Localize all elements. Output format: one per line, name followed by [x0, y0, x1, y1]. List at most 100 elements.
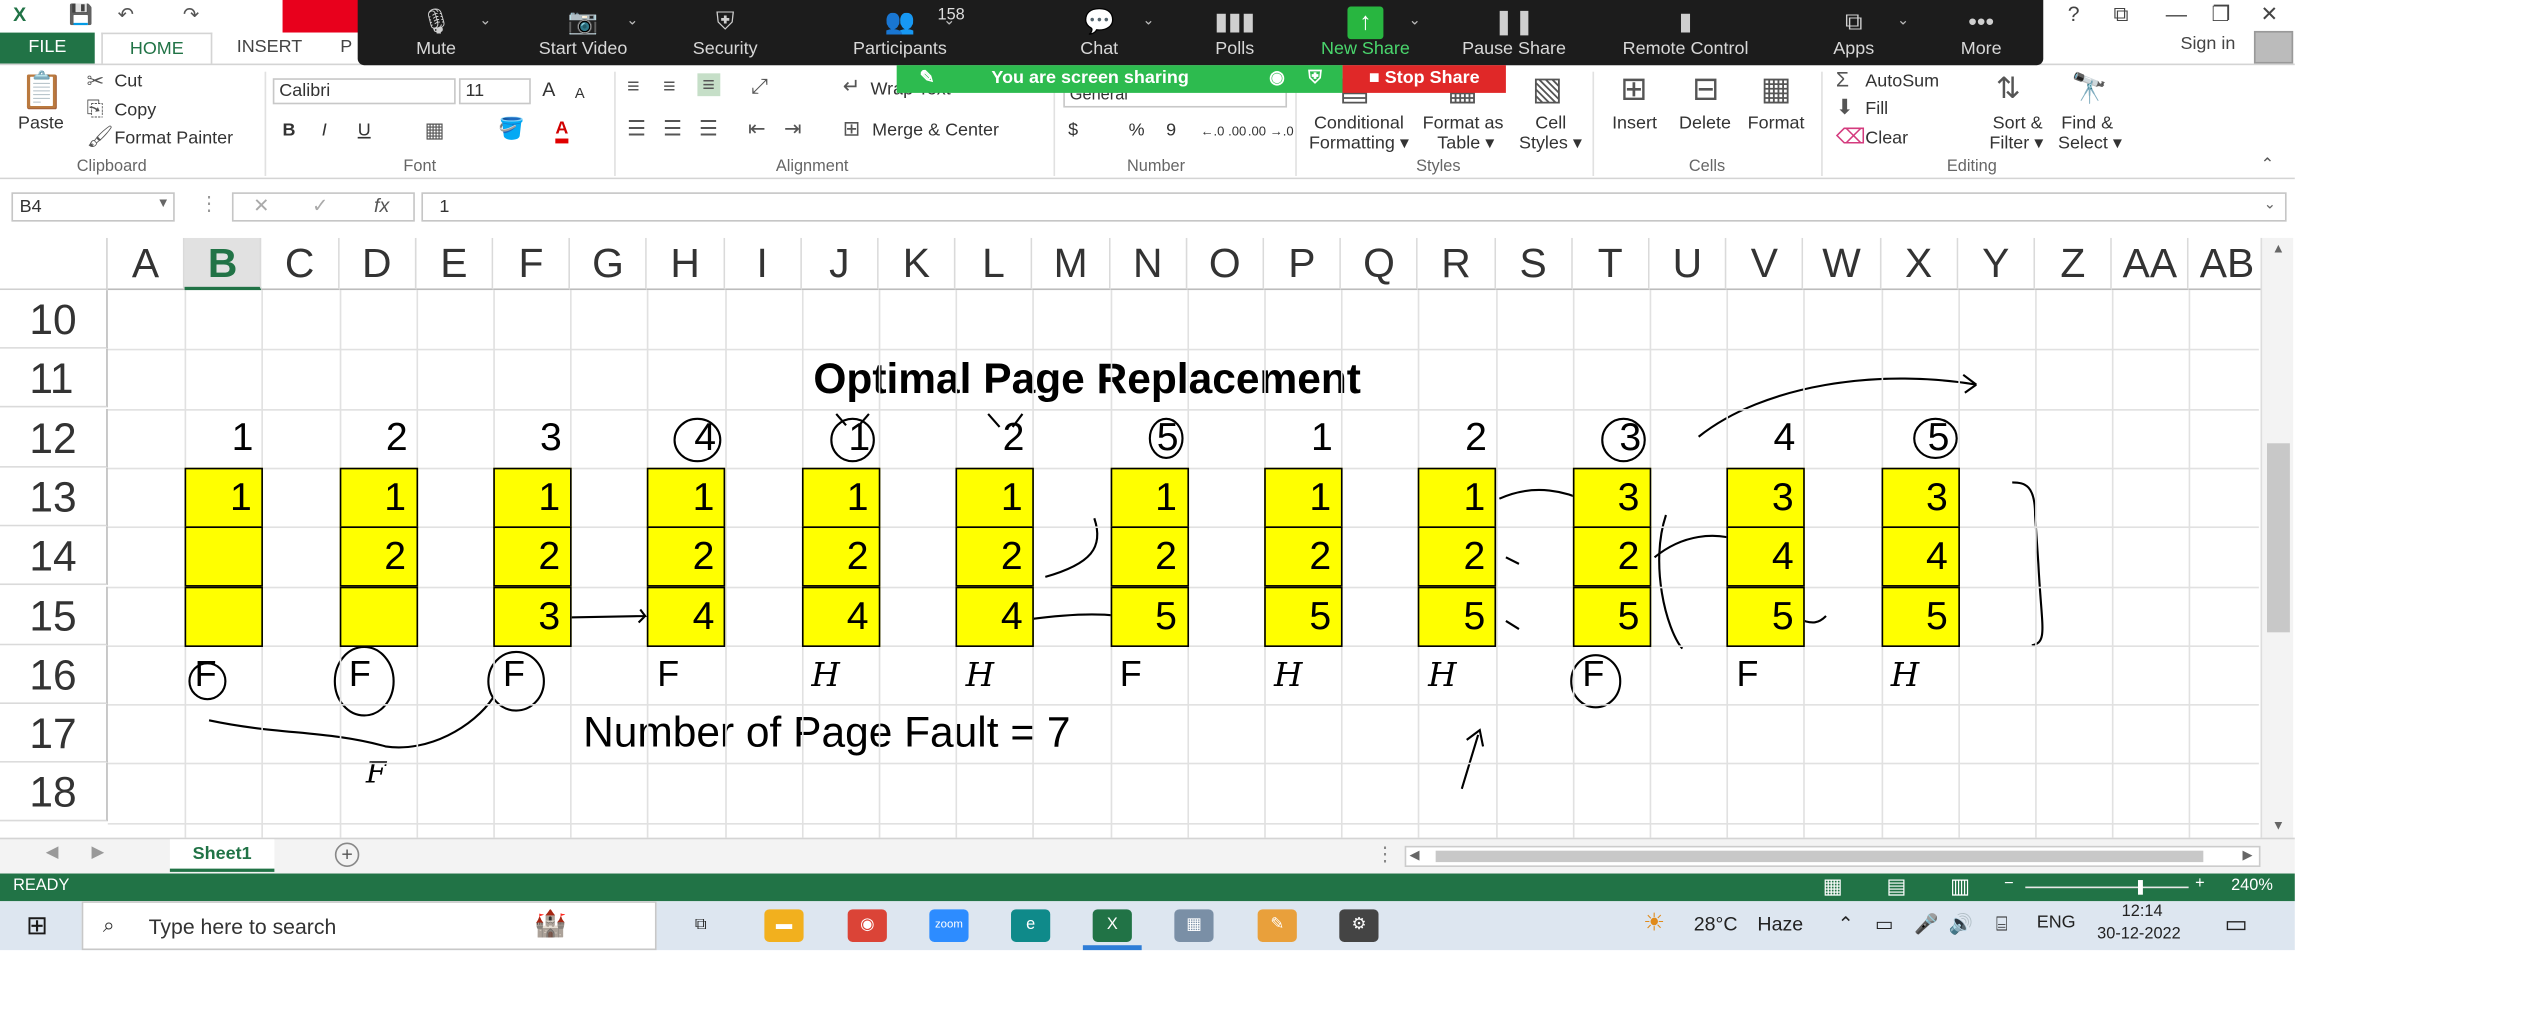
- cancel-formula-icon[interactable]: ✕: [253, 194, 269, 217]
- currency-button[interactable]: $: [1068, 121, 1078, 141]
- select-all-corner[interactable]: [0, 237, 108, 291]
- weather-temp[interactable]: 28°C: [1694, 913, 1738, 936]
- reference-page[interactable]: 1: [185, 408, 263, 467]
- chrome-icon[interactable]: ◉: [847, 909, 887, 942]
- row-header-10[interactable]: 10: [0, 290, 108, 349]
- frame-cell[interactable]: 1: [1109, 467, 1189, 528]
- column-header-k[interactable]: K: [878, 237, 956, 291]
- redo-icon[interactable]: ↷: [183, 3, 199, 26]
- zoom-mute-button[interactable]: 🎙 Mute ⌄: [371, 7, 502, 62]
- network-icon[interactable]: ⌸: [1996, 913, 2008, 937]
- format-painter-button[interactable]: Format Painter: [114, 129, 233, 149]
- zoom-slider[interactable]: [2025, 886, 2189, 889]
- column-header-y[interactable]: Y: [1957, 237, 2036, 291]
- frame-cell[interactable]: [184, 585, 264, 647]
- name-box-dropdown-icon[interactable]: ▼: [157, 196, 170, 211]
- column-header-n[interactable]: N: [1109, 237, 1188, 291]
- zoom-remote-control-button[interactable]: ▮ Remote Control: [1620, 7, 1751, 62]
- clock-date[interactable]: 30-12-2022: [2097, 926, 2181, 944]
- conditional-formatting-line2[interactable]: Formatting ▾: [1302, 134, 1416, 154]
- task-view-icon[interactable]: ⧉: [681, 909, 720, 942]
- clear-button[interactable]: Clear: [1865, 129, 1908, 149]
- volume-icon[interactable]: 🔊: [1949, 913, 1973, 936]
- column-header-u[interactable]: U: [1649, 237, 1727, 291]
- reference-page[interactable]: 2: [956, 408, 1034, 467]
- italic-button[interactable]: I: [322, 121, 327, 141]
- page-hit-mark[interactable]: H: [802, 645, 880, 704]
- underline-button[interactable]: U: [358, 121, 371, 141]
- chevron-down-icon[interactable]: ⌄: [479, 11, 491, 29]
- horizontal-scrollbar[interactable]: ◀ ▶: [1404, 845, 2261, 868]
- frame-cell[interactable]: 4: [1880, 526, 1960, 587]
- horizontal-scroll-thumb[interactable]: [1435, 850, 2204, 863]
- windows-start-icon[interactable]: ⊞: [26, 909, 48, 942]
- align-top-icon[interactable]: ≡: [627, 74, 639, 98]
- zoom-chat-button[interactable]: 💬 Chat ⌄: [1034, 7, 1165, 62]
- column-header-a[interactable]: A: [107, 237, 185, 291]
- page-fault-mark[interactable]: F: [493, 645, 571, 704]
- sign-in-link[interactable]: Sign in: [2180, 34, 2235, 54]
- column-header-r[interactable]: R: [1418, 237, 1496, 291]
- frame-cell[interactable]: 3: [1880, 467, 1960, 528]
- avatar[interactable]: [2253, 30, 2294, 64]
- font-size-select[interactable]: 11: [458, 78, 531, 105]
- zoom-in-button[interactable]: +: [2195, 875, 2205, 893]
- frame-cell[interactable]: 5: [1572, 585, 1651, 647]
- notification-icon[interactable]: ▭: [2225, 909, 2248, 939]
- frame-cell[interactable]: 1: [339, 467, 418, 528]
- frame-cell[interactable]: 1: [1264, 467, 1343, 528]
- save-icon[interactable]: 💾: [69, 3, 93, 26]
- shrink-font-button[interactable]: A: [575, 83, 585, 103]
- frame-cell[interactable]: 4: [1726, 526, 1806, 587]
- tray-chevron-icon[interactable]: ⌃: [1837, 913, 1853, 936]
- reference-page[interactable]: 4: [647, 408, 725, 467]
- microphone-tray-icon[interactable]: 🎤: [1914, 913, 1938, 936]
- tab-splitter-icon[interactable]: ⋮: [1375, 843, 1395, 866]
- frame-cell[interactable]: 1: [184, 467, 264, 528]
- frame-cell[interactable]: [339, 585, 418, 647]
- align-bottom-icon[interactable]: ≡: [697, 73, 720, 97]
- insert-cells-button[interactable]: Insert: [1612, 114, 1657, 134]
- close-button[interactable]: ✕: [2260, 2, 2278, 28]
- paint-icon[interactable]: ✎: [1257, 909, 1297, 942]
- fill-button[interactable]: Fill: [1865, 99, 1888, 119]
- page-fault-mark[interactable]: F: [1110, 645, 1188, 704]
- maximize-button[interactable]: ❐: [2211, 2, 2230, 28]
- reference-page[interactable]: 3: [493, 408, 571, 467]
- merge-center-button[interactable]: Merge & Center: [872, 121, 999, 141]
- vertical-scroll-thumb[interactable]: [2267, 443, 2290, 633]
- edge-icon[interactable]: e: [1011, 909, 1051, 942]
- column-header-e[interactable]: E: [416, 237, 494, 291]
- comma-button[interactable]: 9: [1166, 121, 1176, 141]
- tab-page-layout[interactable]: P: [335, 33, 358, 64]
- align-right-icon[interactable]: ☰: [699, 117, 718, 140]
- worksheet-grid[interactable]: Optimal Page Replacement Number of Page …: [0, 237, 2271, 838]
- find-select-line2[interactable]: Select ▾: [2058, 134, 2122, 154]
- find-select-line1[interactable]: Find &: [2061, 114, 2113, 134]
- column-header-b[interactable]: B: [184, 237, 262, 291]
- weather-icon[interactable]: ☀: [1643, 908, 1665, 937]
- expand-formula-icon[interactable]: ⌄: [2264, 196, 2276, 214]
- align-center-icon[interactable]: ☰: [663, 117, 682, 140]
- frame-cell[interactable]: 2: [1264, 526, 1343, 587]
- row-header-11[interactable]: 11: [0, 349, 108, 408]
- collapse-ribbon-icon[interactable]: ⌃: [2260, 155, 2274, 178]
- reference-page[interactable]: 4: [1727, 408, 1805, 467]
- column-header-z[interactable]: Z: [2035, 237, 2113, 291]
- column-header-w[interactable]: W: [1803, 237, 1881, 291]
- reference-page[interactable]: 2: [339, 408, 417, 467]
- scroll-left-icon[interactable]: ◀: [1410, 847, 1420, 862]
- frame-cell[interactable]: 4: [955, 585, 1035, 647]
- frame-cell[interactable]: 2: [339, 526, 418, 587]
- reference-page[interactable]: 1: [802, 408, 880, 467]
- photos-icon[interactable]: ▦: [1174, 909, 1214, 942]
- column-header-g[interactable]: G: [570, 237, 648, 291]
- format-as-table-line1[interactable]: Format as: [1423, 114, 1504, 134]
- frame-cell[interactable]: 5: [1880, 585, 1960, 647]
- frame-cell[interactable]: 3: [1572, 467, 1651, 528]
- reference-page[interactable]: 5: [1881, 408, 1959, 467]
- column-header-v[interactable]: V: [1726, 237, 1804, 291]
- normal-view-icon[interactable]: ▦: [1823, 874, 1843, 900]
- frame-cell[interactable]: 1: [1418, 467, 1497, 528]
- stop-share-button[interactable]: ■ Stop Share: [1342, 65, 1506, 93]
